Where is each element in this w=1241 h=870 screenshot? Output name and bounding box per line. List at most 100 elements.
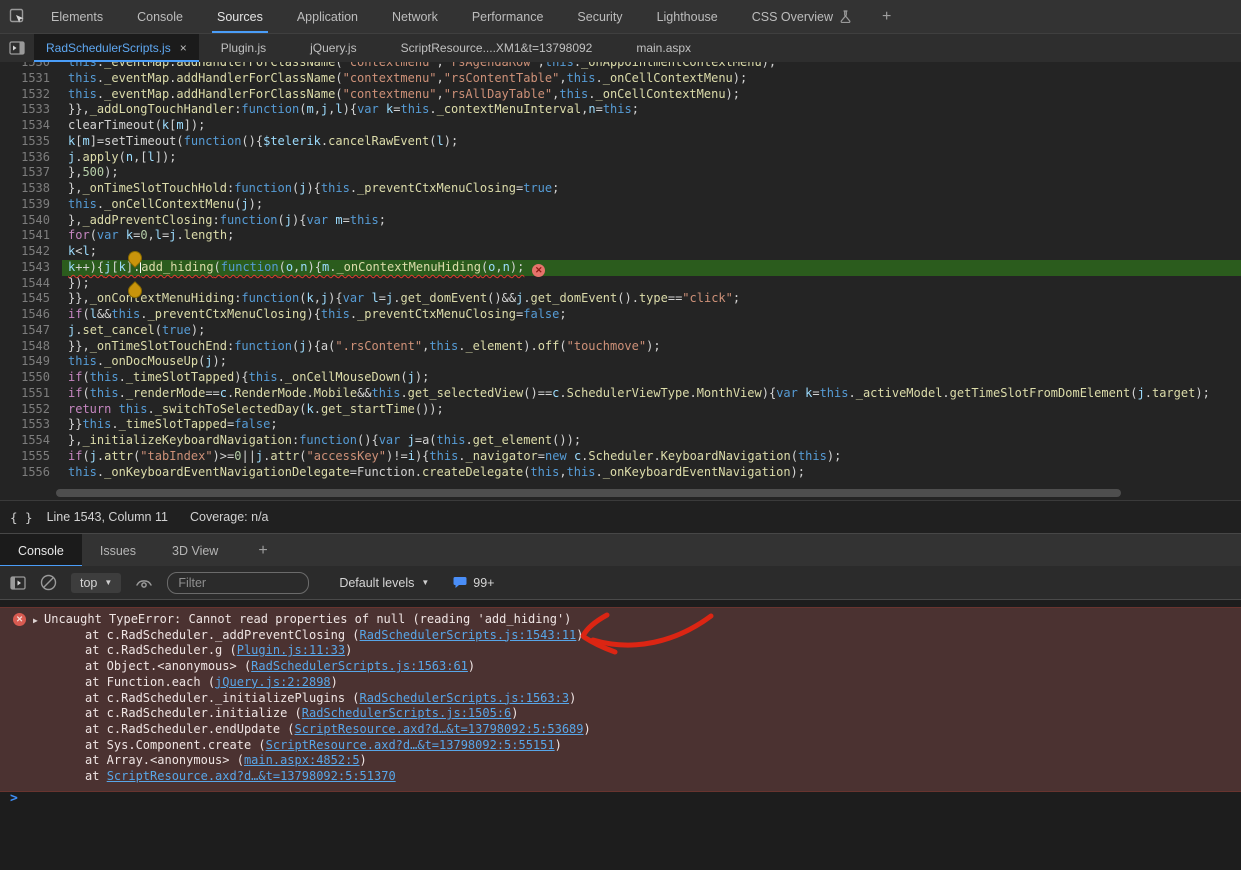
- drawer-tab-3d-view[interactable]: 3D View: [154, 534, 236, 567]
- source-location-link[interactable]: ScriptResource.axd?d…&t=13798092:5:55151: [266, 738, 555, 752]
- line-number[interactable]: 1538: [0, 181, 62, 197]
- file-tab-scriptresource-xm1-t-13798092[interactable]: ScriptResource....XM1&t=13798092: [379, 34, 615, 62]
- line-number[interactable]: 1546: [0, 307, 62, 323]
- source-location-link[interactable]: RadSchedulerScripts.js:1563:61: [251, 659, 468, 673]
- code-line-1541[interactable]: 1541for(var k=0,l=j.length;: [0, 228, 1241, 244]
- source-location-link[interactable]: RadSchedulerScripts.js:1563:3: [360, 691, 570, 705]
- code-line-1534[interactable]: 1534clearTimeout(k[m]);: [0, 118, 1241, 134]
- line-number[interactable]: 1531: [0, 71, 62, 87]
- line-number[interactable]: 1551: [0, 386, 62, 402]
- line-number[interactable]: 1543: [0, 260, 62, 276]
- code-line-1550[interactable]: 1550if(this._timeSlotTapped){this._onCel…: [0, 370, 1241, 386]
- source-location-link[interactable]: Plugin.js:11:33: [237, 643, 345, 657]
- line-number[interactable]: 1535: [0, 134, 62, 150]
- tab-console[interactable]: Console: [120, 0, 200, 33]
- line-number[interactable]: 1556: [0, 465, 62, 481]
- close-icon[interactable]: ×: [180, 41, 187, 55]
- line-number[interactable]: 1545: [0, 291, 62, 307]
- source-location-link[interactable]: ScriptResource.axd?d…&t=13798092:5:53689: [295, 722, 584, 736]
- line-number[interactable]: 1547: [0, 323, 62, 339]
- line-number[interactable]: 1532: [0, 87, 62, 103]
- tab-sources[interactable]: Sources: [200, 0, 280, 33]
- add-drawer-tab-plus-icon[interactable]: +: [236, 534, 289, 567]
- file-tab-jquery-js[interactable]: jQuery.js: [288, 34, 378, 62]
- source-location-link[interactable]: main.aspx:4852:5: [244, 753, 360, 767]
- live-expression-eye-icon[interactable]: [135, 576, 153, 590]
- tab-performance[interactable]: Performance: [455, 0, 561, 33]
- drawer-tab-console[interactable]: Console: [0, 534, 82, 567]
- code-line-1553[interactable]: 1553}}this._timeSlotTapped=false;: [0, 417, 1241, 433]
- log-levels-dropdown[interactable]: Default levels ▼: [339, 576, 429, 590]
- file-tab-plugin-js[interactable]: Plugin.js: [199, 34, 288, 62]
- show-console-sidebar-icon[interactable]: [10, 576, 26, 590]
- editor-horizontal-scrollbar[interactable]: [0, 486, 1241, 500]
- code-line-1533[interactable]: 1533}},_addLongTouchHandler:function(m,j…: [0, 102, 1241, 118]
- code-line-1535[interactable]: 1535k[m]=setTimeout(function(){$telerik.…: [0, 134, 1241, 150]
- message-count-badge[interactable]: 99+: [453, 576, 494, 590]
- code-line-1556[interactable]: 1556this._onKeyboardEventNavigationDeleg…: [0, 465, 1241, 481]
- javascript-context-dropdown[interactable]: top ▼: [71, 573, 121, 593]
- line-number[interactable]: 1537: [0, 165, 62, 181]
- show-navigator-icon[interactable]: [0, 34, 34, 62]
- file-tab-main-aspx[interactable]: main.aspx: [614, 34, 713, 62]
- stack-frame: at Object.<anonymous> (RadSchedulerScrip…: [0, 659, 1241, 675]
- tab-application[interactable]: Application: [280, 0, 375, 33]
- code-line-1537[interactable]: 1537},500);: [0, 165, 1241, 181]
- pretty-print-icon[interactable]: { }: [10, 510, 33, 525]
- line-number[interactable]: 1541: [0, 228, 62, 244]
- tab-lighthouse[interactable]: Lighthouse: [640, 0, 735, 33]
- line-number[interactable]: 1542: [0, 244, 62, 260]
- tab-css-overview[interactable]: CSS Overview: [735, 0, 868, 33]
- inspect-element-icon[interactable]: [0, 0, 34, 33]
- code-line-1551[interactable]: 1551if(this._renderMode==c.RenderMode.Mo…: [0, 386, 1241, 402]
- code-line-1554[interactable]: 1554},_initializeKeyboardNavigation:func…: [0, 433, 1241, 449]
- code-line-1552[interactable]: 1552return this._switchToSelectedDay(k.g…: [0, 402, 1241, 418]
- code-line-1547[interactable]: 1547j.set_cancel(true);: [0, 323, 1241, 339]
- line-number[interactable]: 1536: [0, 150, 62, 166]
- code-line-1540[interactable]: 1540},_addPreventClosing:function(j){var…: [0, 213, 1241, 229]
- code-line-1539[interactable]: 1539this._onCellContextMenu(j);: [0, 197, 1241, 213]
- code-line-1548[interactable]: 1548}},_onTimeSlotTouchEnd:function(j){a…: [0, 339, 1241, 355]
- line-number[interactable]: 1548: [0, 339, 62, 355]
- line-number[interactable]: 1533: [0, 102, 62, 118]
- code-line-1544[interactable]: 1544});: [0, 276, 1241, 292]
- line-number[interactable]: 1555: [0, 449, 62, 465]
- code-editor[interactable]: 1530this._eventMap.addHandlerForClassNam…: [0, 62, 1241, 486]
- tab-network[interactable]: Network: [375, 0, 455, 33]
- tab-security[interactable]: Security: [560, 0, 639, 33]
- filter-input[interactable]: [167, 572, 309, 594]
- console-prompt-chevron[interactable]: >: [10, 791, 18, 807]
- line-number[interactable]: 1554: [0, 433, 62, 449]
- source-location-link[interactable]: ScriptResource.axd?d…&t=13798092:5:51370: [107, 769, 396, 783]
- line-number[interactable]: 1534: [0, 118, 62, 134]
- code-line-1545[interactable]: 1545}},_onContextMenuHiding:function(k,j…: [0, 291, 1241, 307]
- source-location-link[interactable]: RadSchedulerScripts.js:1505:6: [302, 706, 512, 720]
- line-number[interactable]: 1540: [0, 213, 62, 229]
- code-line-1532[interactable]: 1532this._eventMap.addHandlerForClassNam…: [0, 87, 1241, 103]
- line-number[interactable]: 1530: [0, 62, 62, 71]
- code-line-1546[interactable]: 1546if(l&&this._preventCtxMenuClosing){t…: [0, 307, 1241, 323]
- tab-elements[interactable]: Elements: [34, 0, 120, 33]
- scrollbar-thumb[interactable]: [56, 489, 1121, 497]
- code-line-1542[interactable]: 1542k<l;: [0, 244, 1241, 260]
- source-location-link[interactable]: RadSchedulerScripts.js:1543:11: [360, 628, 577, 642]
- code-line-1530[interactable]: 1530this._eventMap.addHandlerForClassNam…: [0, 62, 1241, 71]
- code-line-1549[interactable]: 1549this._onDocMouseUp(j);: [0, 354, 1241, 370]
- expand-triangle-icon[interactable]: ▶: [33, 613, 38, 629]
- line-number[interactable]: 1553: [0, 417, 62, 433]
- line-number[interactable]: 1550: [0, 370, 62, 386]
- line-number[interactable]: 1544: [0, 276, 62, 292]
- line-number[interactable]: 1552: [0, 402, 62, 418]
- code-line-1543[interactable]: 1543k++){j[k].add_hiding(function(o,n){m…: [0, 260, 1241, 276]
- clear-console-icon[interactable]: [40, 574, 57, 591]
- code-line-1536[interactable]: 1536j.apply(n,[l]);: [0, 150, 1241, 166]
- source-location-link[interactable]: jQuery.js:2:2898: [215, 675, 331, 689]
- code-line-1555[interactable]: 1555if(j.attr("tabIndex")>=0||j.attr("ac…: [0, 449, 1241, 465]
- line-number[interactable]: 1539: [0, 197, 62, 213]
- code-line-1538[interactable]: 1538},_onTimeSlotTouchHold:function(j){t…: [0, 181, 1241, 197]
- line-number[interactable]: 1549: [0, 354, 62, 370]
- file-tab-radschedulerscripts-js[interactable]: RadSchedulerScripts.js×: [34, 34, 199, 62]
- drawer-tab-issues[interactable]: Issues: [82, 534, 154, 567]
- code-line-1531[interactable]: 1531this._eventMap.addHandlerForClassNam…: [0, 71, 1241, 87]
- more-tabs-plus-icon[interactable]: +: [868, 0, 905, 33]
